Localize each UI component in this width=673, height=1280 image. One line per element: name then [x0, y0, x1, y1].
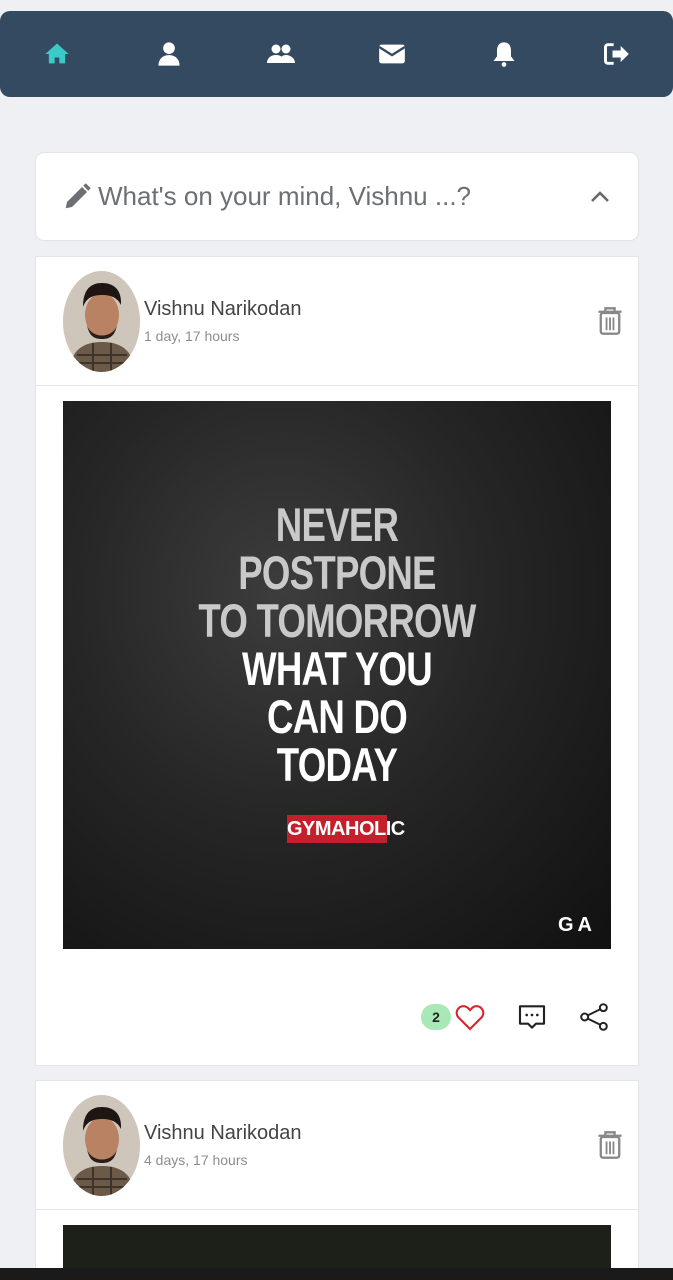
- post-author[interactable]: Vishnu Narikodan: [144, 1122, 302, 1145]
- avatar[interactable]: [63, 271, 140, 372]
- post-header: Vishnu Narikodan 1 day, 17 hours: [36, 257, 638, 386]
- post-timestamp: 1 day, 17 hours: [144, 328, 240, 344]
- post-author[interactable]: Vishnu Narikodan: [144, 298, 302, 321]
- post-card: Vishnu Narikodan 1 day, 17 hours NEVER P…: [35, 256, 639, 1066]
- nav-home-button[interactable]: [40, 37, 74, 71]
- quote-line: NEVER: [275, 498, 399, 551]
- trash-icon[interactable]: [597, 1130, 623, 1160]
- heart-icon[interactable]: [454, 1001, 486, 1033]
- pencil-icon: [65, 182, 91, 208]
- post-actions: 2: [421, 1001, 610, 1033]
- home-icon: [45, 43, 69, 64]
- bell-icon: [493, 42, 515, 67]
- envelope-icon: [378, 44, 406, 64]
- nav-logout-button[interactable]: [599, 37, 633, 71]
- gymaholic-tag: GYMAHOLIC: [287, 815, 405, 843]
- nav-friends-button[interactable]: [264, 37, 298, 71]
- avatar[interactable]: [63, 1095, 140, 1196]
- post-timestamp: 4 days, 17 hours: [144, 1152, 248, 1168]
- top-navbar: [0, 11, 673, 97]
- post-image[interactable]: NEVER POSTPONE TO TOMORROW WHAT YOU CAN …: [63, 401, 611, 949]
- chevron-up-icon[interactable]: [588, 185, 612, 209]
- comment-icon[interactable]: [516, 1001, 548, 1033]
- nav-profile-button[interactable]: [152, 37, 186, 71]
- quote-line: POSTPONE: [238, 546, 436, 599]
- trash-icon[interactable]: [597, 306, 623, 336]
- quote-line: TO TOMORROW: [198, 594, 476, 647]
- nav-notifications-button[interactable]: [487, 37, 521, 71]
- share-icon[interactable]: [578, 1001, 610, 1033]
- watermark: GA: [558, 914, 596, 936]
- post-header: Vishnu Narikodan 4 days, 17 hours: [36, 1081, 638, 1210]
- quote-line: WHAT YOU: [242, 642, 433, 695]
- users-icon: [266, 44, 295, 63]
- post-card: Vishnu Narikodan 4 days, 17 hours: [35, 1080, 639, 1280]
- quote-line: CAN DO: [267, 690, 408, 743]
- nav-messages-button[interactable]: [375, 37, 409, 71]
- system-bar: [0, 1268, 673, 1280]
- post-composer[interactable]: What's on your mind, Vishnu ...?: [35, 152, 639, 241]
- quote-line: TODAY: [276, 738, 398, 791]
- composer-prompt: What's on your mind, Vishnu ...?: [98, 181, 472, 211]
- sign-out-icon: [604, 43, 629, 65]
- user-icon: [158, 42, 180, 66]
- like-count-badge: 2: [421, 1004, 451, 1030]
